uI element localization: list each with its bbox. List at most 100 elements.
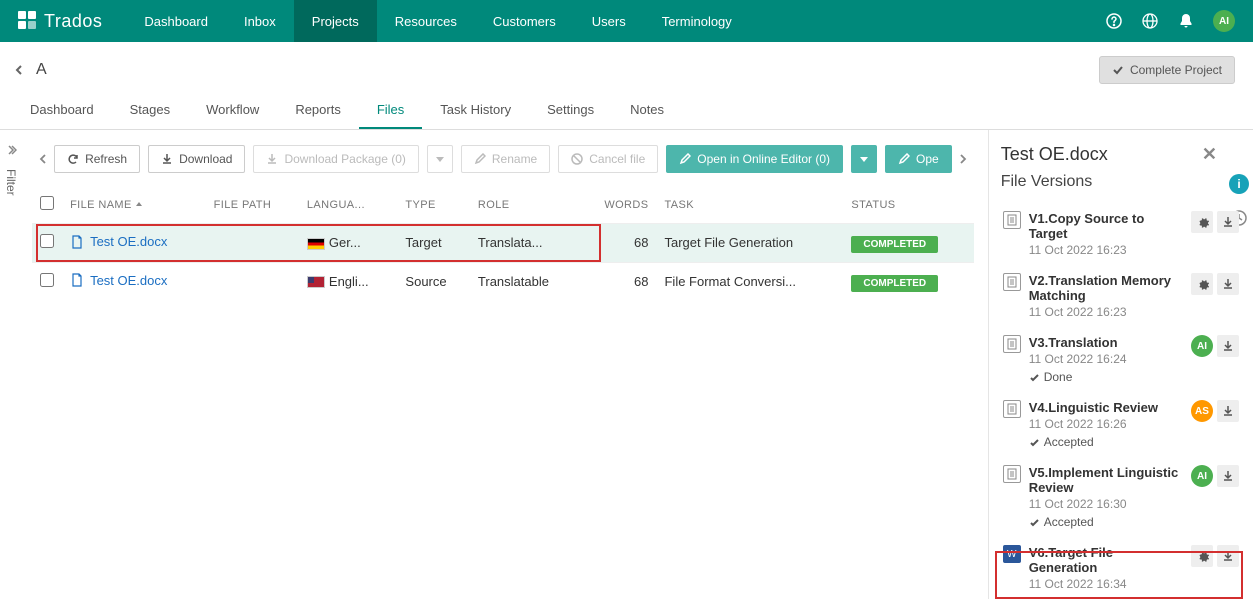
download-icon[interactable] — [1217, 465, 1239, 487]
version-item[interactable]: V2.Translation Memory Matching11 Oct 202… — [1001, 267, 1241, 329]
version-item[interactable]: V1.Copy Source to Target 11 Oct 2022 16:2… — [1001, 205, 1241, 267]
table-row[interactable]: Test OE.docxEngli...SourceTranslatable68… — [32, 262, 974, 300]
close-icon[interactable]: ✕ — [1202, 144, 1217, 165]
gear-icon[interactable] — [1191, 273, 1213, 295]
tab-settings[interactable]: Settings — [529, 92, 612, 129]
panel-subtitle: File Versions — [1001, 173, 1241, 191]
file-versions-panel: Test OE.docx ✕ i File Versions V1.Copy S… — [988, 130, 1253, 599]
version-item[interactable]: V5.Implement Linguistic Review 11 Oct 202… — [1001, 459, 1241, 539]
version-status: Accepted — [1029, 515, 1183, 529]
download-package-dropdown[interactable] — [427, 145, 453, 173]
gear-icon[interactable] — [1191, 545, 1213, 567]
version-date: 11 Oct 2022 16:34 — [1029, 577, 1183, 591]
help-icon[interactable] — [1105, 12, 1123, 30]
tab-files[interactable]: Files — [359, 92, 422, 129]
download-button[interactable]: Download — [148, 145, 245, 173]
gear-icon[interactable] — [1191, 211, 1213, 233]
col-filepath[interactable]: FILE PATH — [206, 186, 299, 224]
download-icon[interactable] — [1217, 545, 1239, 567]
open-truncated-button[interactable]: Ope — [885, 145, 952, 173]
open-online-editor-dropdown[interactable] — [851, 145, 877, 173]
user-avatar-ai[interactable]: AI — [1191, 335, 1213, 357]
col-role[interactable]: ROLE — [470, 186, 580, 224]
flag-icon — [307, 276, 325, 288]
file-link[interactable]: Test OE.docx — [70, 234, 167, 249]
version-item[interactable]: V4.Linguistic Review11 Oct 2022 16:26Acc… — [1001, 394, 1241, 459]
tab-task-history[interactable]: Task History — [422, 92, 529, 129]
user-avatar[interactable]: AI — [1213, 10, 1235, 32]
download-icon[interactable] — [1217, 335, 1239, 357]
select-all-checkbox[interactable] — [40, 196, 54, 210]
nav-terminology[interactable]: Terminology — [644, 0, 750, 42]
user-avatar-ai[interactable]: AI — [1191, 465, 1213, 487]
tab-stages[interactable]: Stages — [112, 92, 188, 129]
col-type[interactable]: TYPE — [397, 186, 469, 224]
version-title: V1.Copy Source to Target — [1029, 211, 1183, 241]
open-online-editor-button[interactable]: Open in Online Editor (0) — [666, 145, 843, 173]
download-icon[interactable] — [1217, 273, 1239, 295]
word-icon: W — [1003, 545, 1021, 563]
info-icon[interactable]: i — [1229, 174, 1249, 194]
toolbar: Refresh Download Download Package (0) Re… — [32, 144, 974, 174]
top-nav: Trados DashboardInboxProjectsResourcesCu… — [0, 0, 1253, 42]
document-icon — [1003, 273, 1021, 291]
nav-dashboard[interactable]: Dashboard — [126, 0, 226, 42]
version-item[interactable]: V3.Translation 11 Oct 2022 16:24 Done AI — [1001, 329, 1241, 394]
toolbar-scroll-left-icon[interactable] — [32, 144, 54, 174]
nav-inbox[interactable]: Inbox — [226, 0, 294, 42]
document-icon — [1003, 211, 1021, 229]
toolbar-scroll-right-icon[interactable] — [952, 144, 974, 174]
filter-label[interactable]: Filter — [4, 169, 18, 196]
version-item[interactable]: WV6.Target File Generation11 Oct 2022 16… — [1001, 539, 1241, 601]
filter-expand-icon[interactable] — [5, 144, 17, 159]
version-date: 11 Oct 2022 16:24 — [1029, 352, 1183, 366]
cancel-file-button[interactable]: Cancel file — [558, 145, 658, 173]
col-words[interactable]: WORDS — [580, 186, 656, 224]
version-title: V3.Translation — [1029, 335, 1183, 350]
version-title: V5.Implement Linguistic Review — [1029, 465, 1183, 495]
complete-project-label: Complete Project — [1130, 63, 1222, 77]
col-task[interactable]: TASK — [656, 186, 843, 224]
table-row[interactable]: Test OE.docxGer...TargetTranslata...68Ta… — [32, 224, 974, 263]
bell-icon[interactable] — [1177, 12, 1195, 30]
back-icon[interactable] — [10, 61, 28, 79]
col-status[interactable]: STATUS — [843, 186, 973, 224]
complete-project-button[interactable]: Complete Project — [1099, 56, 1235, 84]
center-panel: Refresh Download Download Package (0) Re… — [22, 130, 988, 599]
logo: Trados — [18, 11, 102, 32]
col-language[interactable]: LANGUA... — [299, 186, 398, 224]
sub-header: A Complete Project — [0, 42, 1253, 92]
version-date: 11 Oct 2022 16:26 — [1029, 417, 1183, 431]
version-status: Accepted — [1029, 435, 1183, 449]
download-icon[interactable] — [1217, 400, 1239, 422]
nav-users[interactable]: Users — [574, 0, 644, 42]
nav-projects[interactable]: Projects — [294, 0, 377, 42]
nav-right: AI — [1105, 10, 1235, 32]
globe-icon[interactable] — [1141, 12, 1159, 30]
tab-workflow[interactable]: Workflow — [188, 92, 277, 129]
files-table: FILE NAME FILE PATH LANGUA... TYPE ROLE … — [32, 186, 974, 300]
nav-customers[interactable]: Customers — [475, 0, 574, 42]
user-avatar-as[interactable]: AS — [1191, 400, 1213, 422]
version-status: Done — [1029, 370, 1183, 384]
file-link[interactable]: Test OE.docx — [70, 273, 167, 288]
rename-button[interactable]: Rename — [461, 145, 550, 173]
col-filename[interactable]: FILE NAME — [62, 186, 206, 224]
tab-reports[interactable]: Reports — [277, 92, 359, 129]
brand-text: Trados — [44, 11, 102, 32]
version-date: 11 Oct 2022 16:30 — [1029, 497, 1183, 511]
document-icon — [1003, 335, 1021, 353]
download-package-button[interactable]: Download Package (0) — [253, 145, 418, 173]
nav-resources[interactable]: Resources — [377, 0, 475, 42]
version-date: 11 Oct 2022 16:23 — [1029, 243, 1183, 257]
project-tabs: DashboardStagesWorkflowReportsFilesTask … — [0, 92, 1253, 130]
tab-notes[interactable]: Notes — [612, 92, 682, 129]
download-icon[interactable] — [1217, 211, 1239, 233]
row-checkbox[interactable] — [40, 234, 54, 248]
flag-icon — [307, 238, 325, 250]
tab-dashboard[interactable]: Dashboard — [12, 92, 112, 129]
nav-items: DashboardInboxProjectsResourcesCustomers… — [126, 0, 749, 42]
status-badge: COMPLETED — [851, 275, 938, 292]
row-checkbox[interactable] — [40, 273, 54, 287]
refresh-button[interactable]: Refresh — [54, 145, 140, 173]
